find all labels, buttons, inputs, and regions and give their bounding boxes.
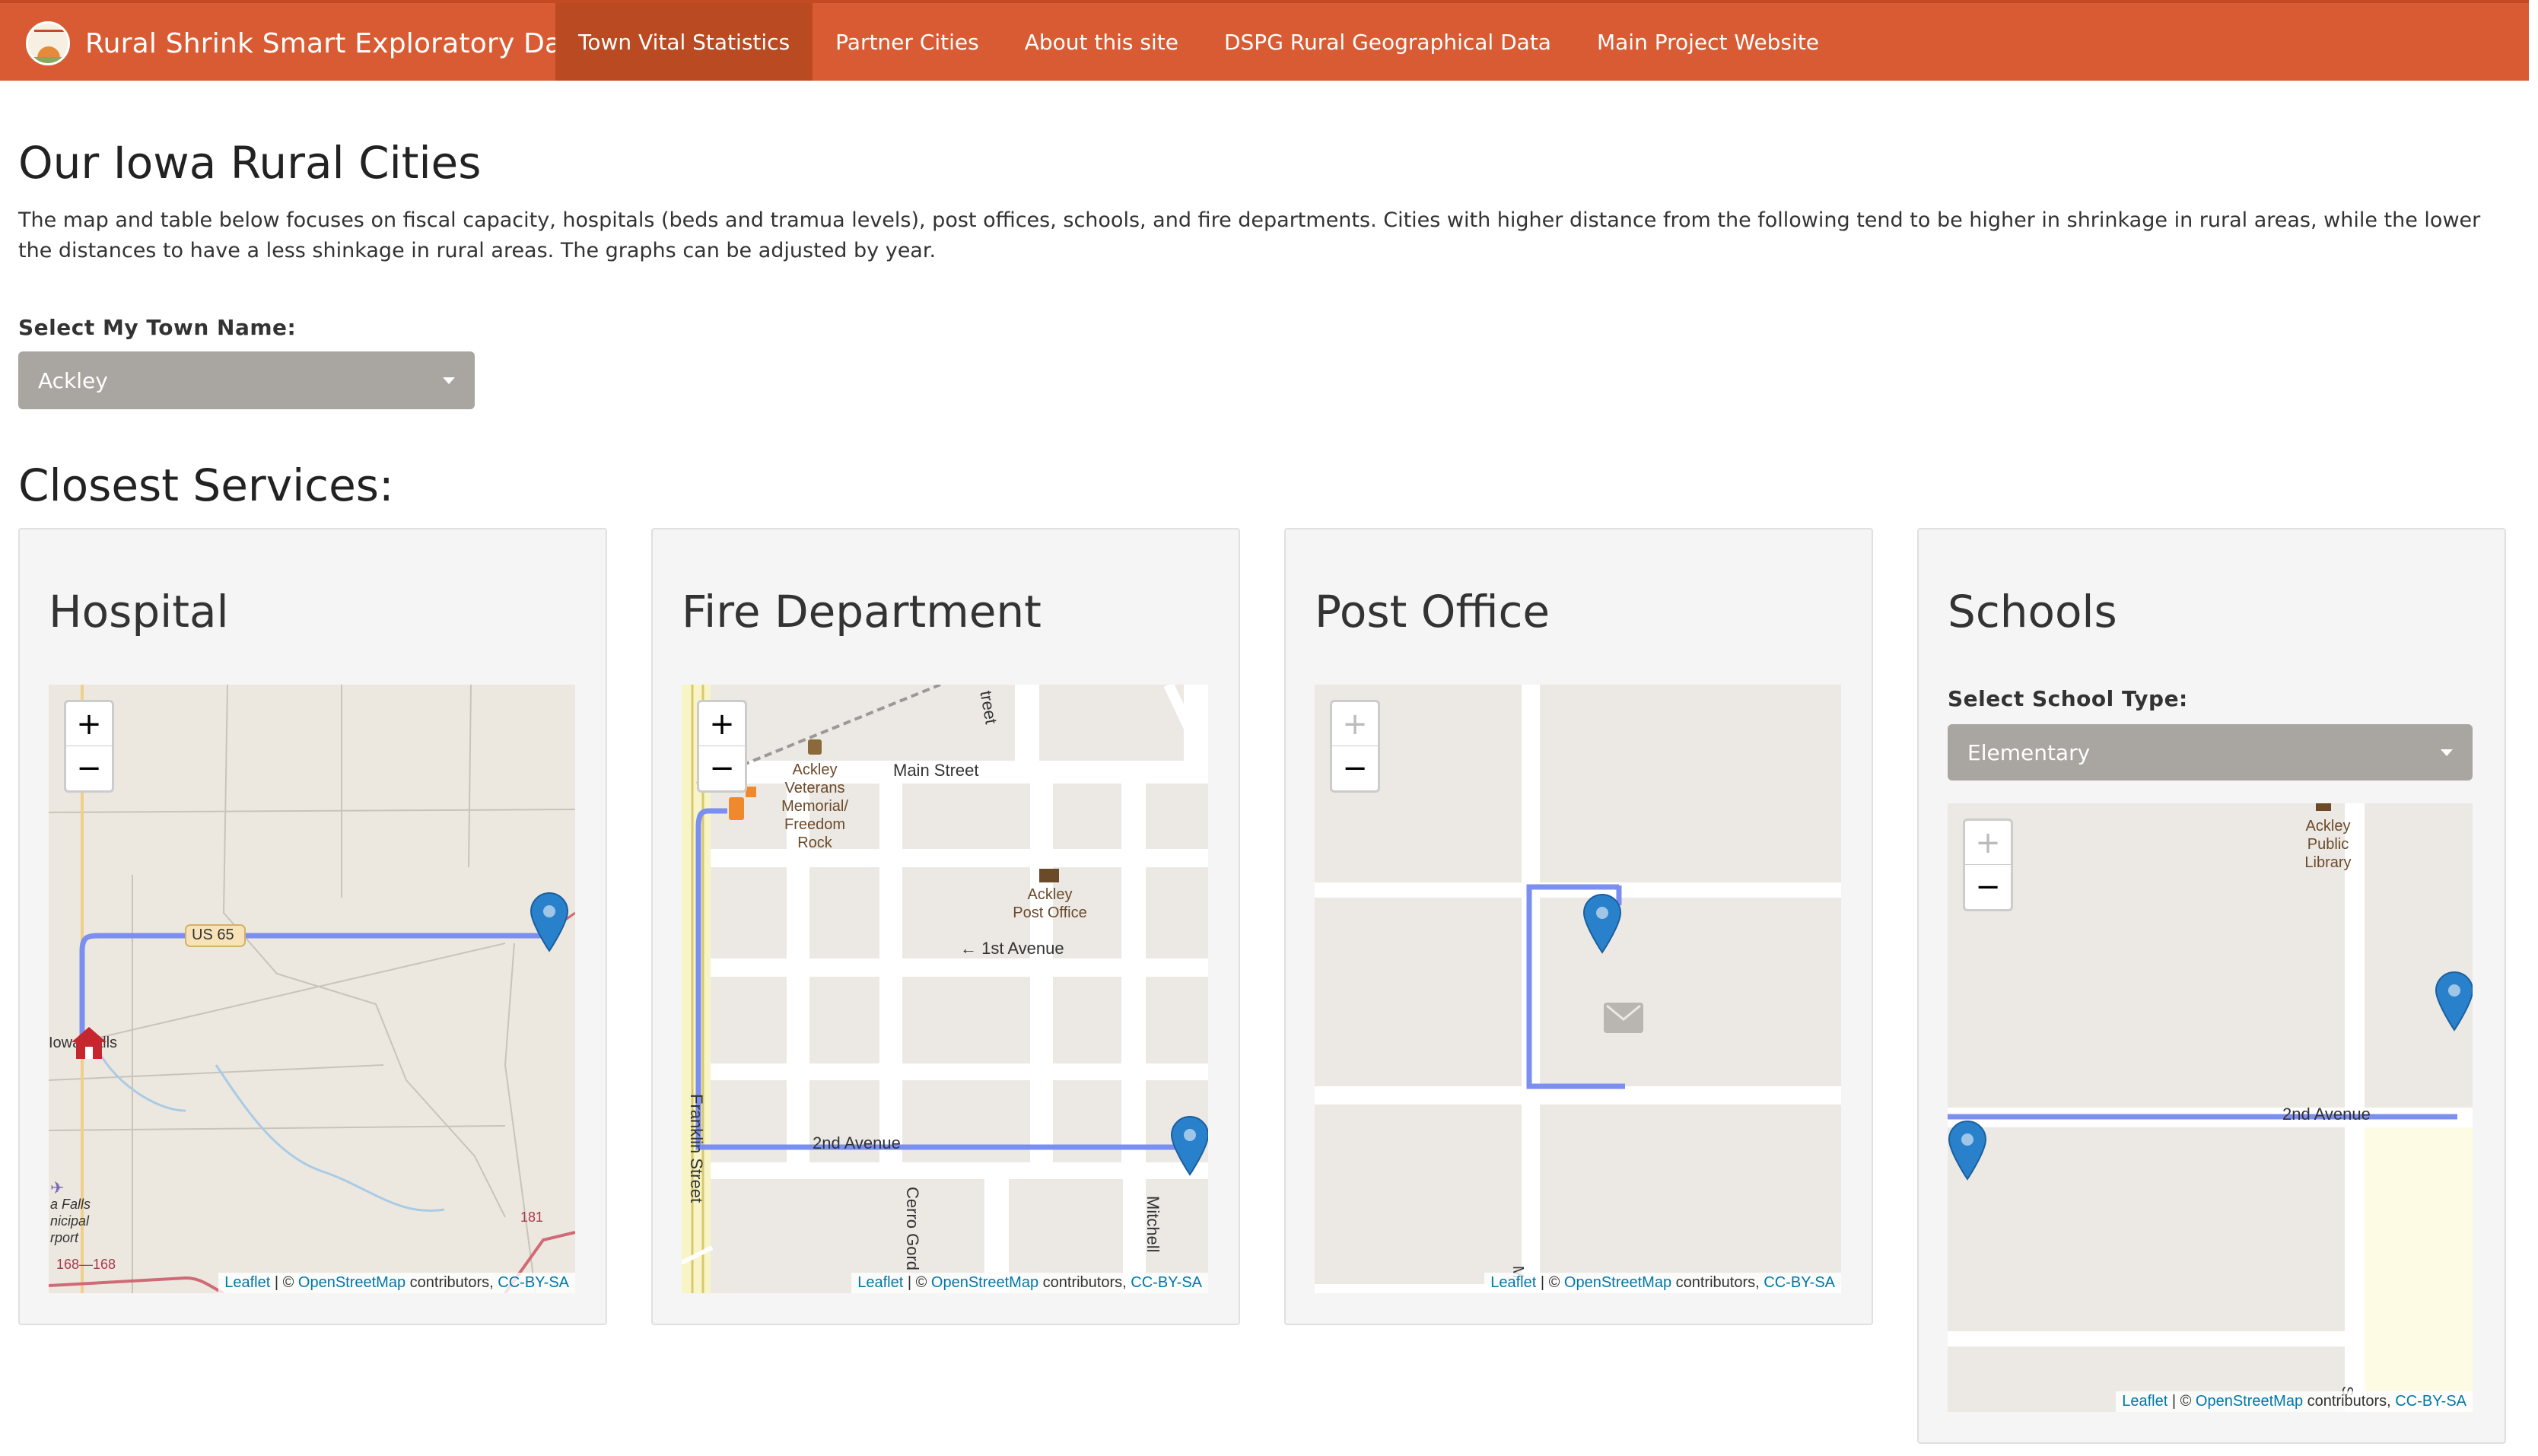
- schools-panel: Schools Select School Type: Elementary A…: [1917, 528, 2506, 1444]
- route-us65-label: US 65: [192, 927, 234, 943]
- location-marker-icon[interactable]: [2435, 971, 2473, 1032]
- zoom-in-button[interactable]: +: [1332, 702, 1378, 746]
- schools-map[interactable]: Ackley Public Library 2nd Avenue S + − L…: [1948, 803, 2473, 1412]
- hospital-map[interactable]: US 65 Iowa Falls a Falls nicipal rport 1…: [49, 685, 575, 1293]
- map-attribution: Leaflet | © OpenStreetMap contributors, …: [2116, 1391, 2473, 1412]
- map-attribution: Leaflet | © OpenStreetMap contributors, …: [851, 1273, 1208, 1293]
- intro-paragraph: The map and table below focuses on fisca…: [18, 208, 2481, 262]
- zoom-in-button[interactable]: +: [1965, 821, 2011, 865]
- second-avenue-label: 2nd Avenue: [813, 1133, 901, 1152]
- hospital-house-icon: [72, 1027, 107, 1059]
- fire-department-panel: Fire Department treet Main Street Ackley…: [651, 528, 1240, 1325]
- school-type-select[interactable]: Elementary: [1948, 724, 2473, 780]
- osm-link[interactable]: OpenStreetMap: [931, 1274, 1038, 1291]
- memorial-label: Ackley Veterans Memorial/ Freedom Rock: [781, 761, 848, 851]
- hospital-title: Hospital: [49, 586, 229, 637]
- map-attribution: Leaflet | © OpenStreetMap contributors, …: [218, 1273, 575, 1293]
- osm-link[interactable]: OpenStreetMap: [1564, 1274, 1671, 1291]
- fire-department-map[interactable]: treet Main Street Ackley Veterans Memori…: [682, 685, 1208, 1293]
- brand-logo: [26, 21, 70, 65]
- top-navbar: Rural Shrink Smart Exploratory Data Town…: [0, 0, 2529, 81]
- license-link[interactable]: CC-BY-SA: [498, 1274, 569, 1291]
- osm-link[interactable]: OpenStreetMap: [2196, 1393, 2303, 1410]
- school-type-value: Elementary: [1967, 739, 2091, 765]
- fire-station-icon: [729, 797, 744, 820]
- zoom-control: + −: [1330, 700, 1380, 793]
- post-office-envelope-icon: [1039, 869, 1059, 882]
- leaflet-link[interactable]: Leaflet: [1490, 1274, 1536, 1291]
- mitchell-label: Mitchell: [1143, 1196, 1162, 1253]
- first-avenue-label: ← 1st Avenue: [960, 939, 1064, 958]
- leaflet-link[interactable]: Leaflet: [857, 1274, 903, 1291]
- cerro-gordo-label: Cerro Gord: [903, 1187, 922, 1271]
- airport-label: a Falls nicipal rport: [50, 1197, 91, 1245]
- post-office-label: Ackley Post Office: [1013, 886, 1087, 921]
- location-marker-icon[interactable]: [530, 892, 569, 952]
- post-office-panel: Post Office M + − Leaflet | ©: [1284, 528, 1873, 1325]
- zoom-out-button[interactable]: −: [699, 746, 745, 790]
- school-type-label: Select School Type:: [1948, 686, 2188, 711]
- post-office-map[interactable]: M + − Leaflet | © OpenStreetMap contribu…: [1315, 685, 1841, 1293]
- leaflet-link[interactable]: Leaflet: [224, 1274, 270, 1291]
- library-label: Ackley Public Library: [2304, 818, 2352, 871]
- fire-small-marker-icon: [746, 787, 756, 797]
- nav-partner-cities[interactable]: Partner Cities: [813, 3, 1002, 81]
- page-title: Our Iowa Rural Cities: [18, 137, 482, 189]
- route-168-label: 168—168: [56, 1257, 116, 1272]
- town-select-value: Ackley: [38, 367, 108, 393]
- zoom-in-button[interactable]: +: [699, 702, 745, 746]
- franklin-street-label: Franklin Street: [687, 1094, 706, 1203]
- fire-department-title: Fire Department: [682, 586, 1042, 637]
- route-181-label: 181: [520, 1210, 544, 1225]
- license-link[interactable]: CC-BY-SA: [1764, 1274, 1835, 1291]
- nav-dspg-geographical-data[interactable]: DSPG Rural Geographical Data: [1201, 3, 1574, 81]
- brand[interactable]: Rural Shrink Smart Exploratory Data: [26, 6, 590, 81]
- post-office-title: Post Office: [1315, 586, 1550, 637]
- hospital-panel: Hospital US 65 Iowa Falls a Falls nicipa…: [18, 528, 607, 1325]
- zoom-control: + −: [697, 700, 747, 793]
- second-avenue-label: 2nd Avenue: [2282, 1105, 2371, 1124]
- leaflet-link[interactable]: Leaflet: [2122, 1393, 2167, 1410]
- nav-menu: Town Vital Statistics Partner Cities Abo…: [555, 3, 1842, 81]
- caret-down-icon: [2441, 749, 2453, 756]
- location-marker-icon[interactable]: [1170, 1115, 1208, 1176]
- town-select-label: Select My Town Name:: [18, 315, 297, 340]
- caret-down-icon: [443, 377, 455, 384]
- schools-title: Schools: [1948, 586, 2117, 637]
- zoom-out-button[interactable]: −: [1332, 746, 1378, 790]
- zoom-in-button[interactable]: +: [66, 702, 112, 746]
- brand-title: Rural Shrink Smart Exploratory Data: [85, 27, 590, 59]
- license-link[interactable]: CC-BY-SA: [1131, 1274, 1202, 1291]
- zoom-out-button[interactable]: −: [66, 746, 112, 790]
- location-marker-icon[interactable]: [1582, 893, 1622, 954]
- map-attribution: Leaflet | © OpenStreetMap contributors, …: [1484, 1273, 1841, 1293]
- nav-town-vital-statistics[interactable]: Town Vital Statistics: [555, 3, 813, 81]
- zoom-control: + −: [1963, 819, 2013, 911]
- main-street-label: Main Street: [893, 761, 979, 780]
- osm-link[interactable]: OpenStreetMap: [298, 1274, 406, 1291]
- zoom-out-button[interactable]: −: [1965, 865, 2011, 909]
- town-select[interactable]: Ackley: [18, 351, 475, 409]
- license-link[interactable]: CC-BY-SA: [2395, 1393, 2466, 1410]
- zoom-control: + −: [64, 700, 114, 793]
- airplane-icon: ✈: [50, 1179, 65, 1198]
- services-title: Closest Services:: [18, 459, 394, 511]
- nav-about-site[interactable]: About this site: [1002, 3, 1201, 81]
- nav-main-project-website[interactable]: Main Project Website: [1574, 3, 1842, 81]
- memorial-icon: [808, 739, 822, 755]
- location-marker-icon[interactable]: [1948, 1120, 1987, 1181]
